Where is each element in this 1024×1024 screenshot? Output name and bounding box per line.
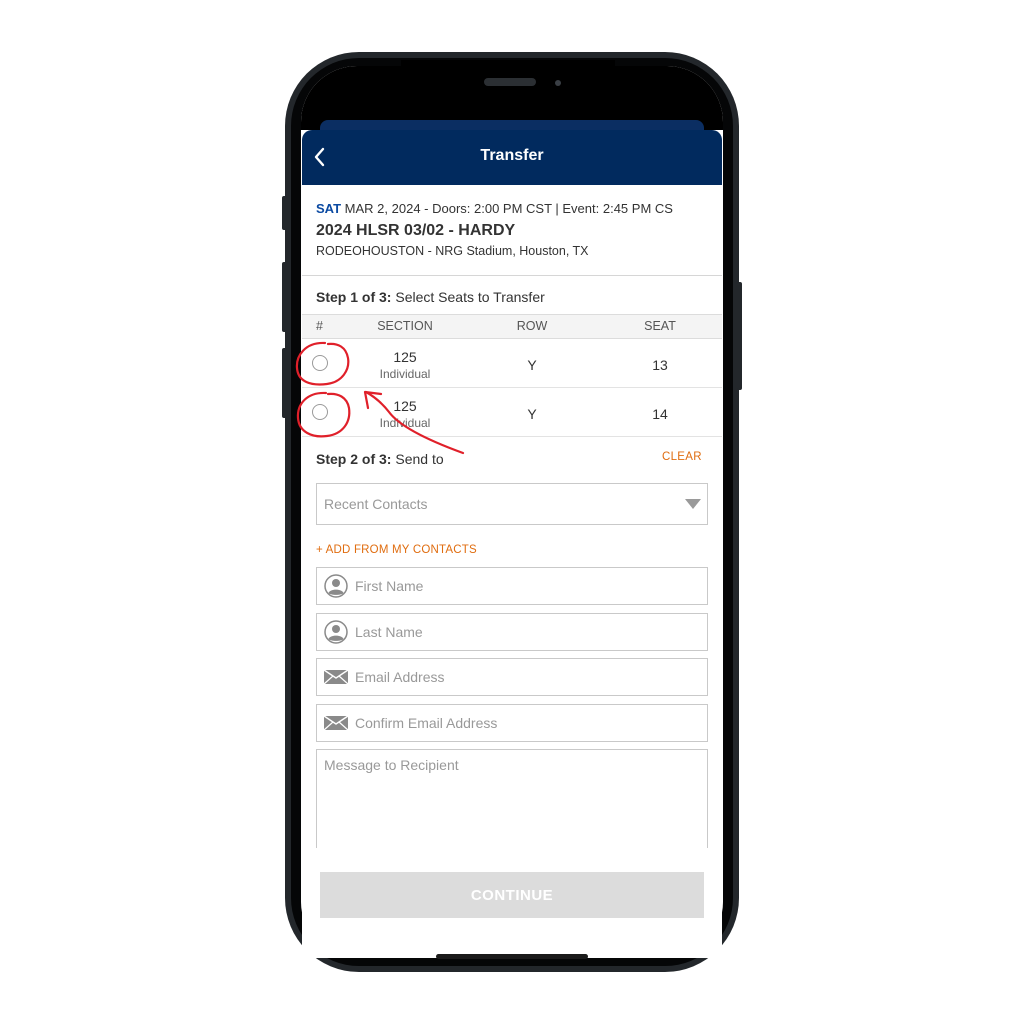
event-datetime: MAR 2, 2024 - Doors: 2:00 PM CST | Event… [344,201,673,216]
col-section: SECTION [377,319,433,333]
add-from-contacts-link[interactable]: + ADD FROM MY CONTACTS [316,544,477,556]
seat-value: 14 [652,406,668,422]
event-day: SAT [316,201,342,216]
front-camera [555,80,561,86]
continue-button[interactable]: CONTINUE [320,872,704,918]
step2-text: Send to [395,451,444,467]
earpiece-speaker [484,78,536,86]
envelope-icon [323,665,349,689]
home-indicator [436,954,588,959]
message-input[interactable] [324,757,694,847]
event-venue: RODEOHOUSTON - NRG Stadium, Houston, TX [316,244,589,258]
row-divider [302,387,722,388]
divider [302,275,722,276]
message-field [316,749,708,859]
col-seat: SEAT [644,319,676,333]
power-button [737,282,742,390]
event-datetime-line: SAT MAR 2, 2024 - Doors: 2:00 PM CST | E… [316,201,712,218]
seat-select-radio[interactable] [312,404,328,420]
email-field [316,658,708,696]
step1-text: Select Seats to Transfer [395,289,545,305]
event-title: 2024 HLSR 03/02 - HARDY [316,222,516,239]
step2-prefix: Step 2 of 3: [316,451,392,467]
volume-up-button [282,262,287,332]
last-name-field [316,613,708,651]
ticket-type: Individual [379,416,431,430]
silent-switch [282,196,287,230]
confirm-email-input[interactable] [355,705,695,741]
page-title: Transfer [480,147,544,164]
event-info: SAT MAR 2, 2024 - Doors: 2:00 PM CST | E… [316,201,712,258]
person-icon [323,620,349,644]
seat-value: 13 [652,357,668,373]
clear-button[interactable]: CLEAR [662,451,702,463]
envelope-icon [323,711,349,735]
row-value: Y [527,406,537,422]
volume-down-button [282,348,287,418]
first-name-field [316,567,708,605]
ticket-type: Individual [379,367,431,381]
last-name-input[interactable] [355,614,695,650]
step1-prefix: Step 1 of 3: [316,289,392,305]
section-value: 125 [393,349,417,365]
first-name-input[interactable] [355,568,695,604]
row-divider [302,436,722,437]
row-value: Y [527,357,537,373]
person-icon [323,574,349,598]
step1-label: Step 1 of 3: Select Seats to Transfer [316,289,545,305]
caret-down-icon [685,499,701,509]
seat-select-radio[interactable] [312,355,328,371]
col-number: # [316,319,323,333]
confirm-email-field [316,704,708,742]
col-row: ROW [516,319,548,333]
section-value: 125 [393,398,417,414]
step2-label: Step 2 of 3: Send to [316,451,444,467]
recent-contacts-placeholder: Recent Contacts [324,496,428,512]
email-input[interactable] [355,659,695,695]
